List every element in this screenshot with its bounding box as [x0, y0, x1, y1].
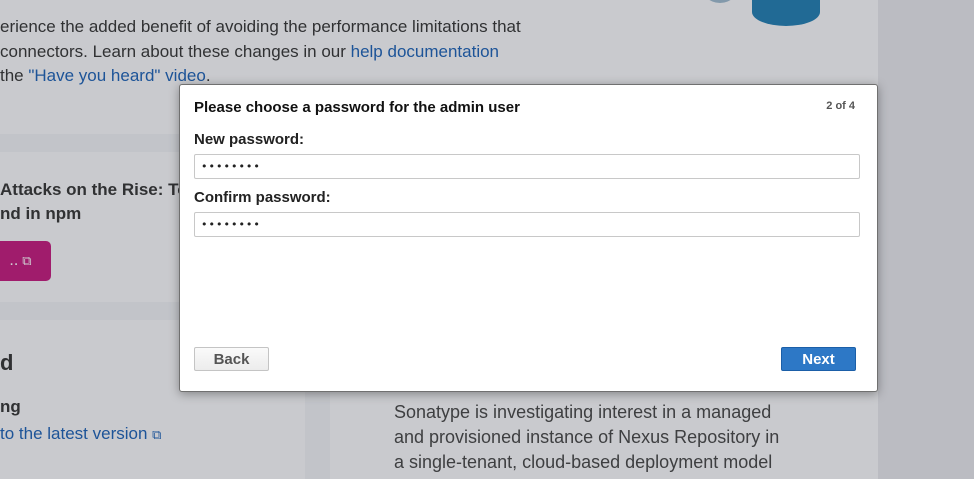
dialog-title: Please choose a password for the admin u…	[194, 99, 520, 116]
step-indicator: 2 of 4	[826, 100, 855, 112]
next-button[interactable]: Next	[781, 347, 856, 371]
back-button[interactable]: Back	[194, 347, 269, 371]
confirm-password-field[interactable]: ••••••••	[194, 212, 860, 237]
confirm-password-label: Confirm password:	[194, 189, 331, 206]
setup-wizard-dialog: Please choose a password for the admin u…	[179, 84, 878, 392]
new-password-field[interactable]: ••••••••	[194, 154, 860, 179]
new-password-label: New password:	[194, 131, 305, 148]
